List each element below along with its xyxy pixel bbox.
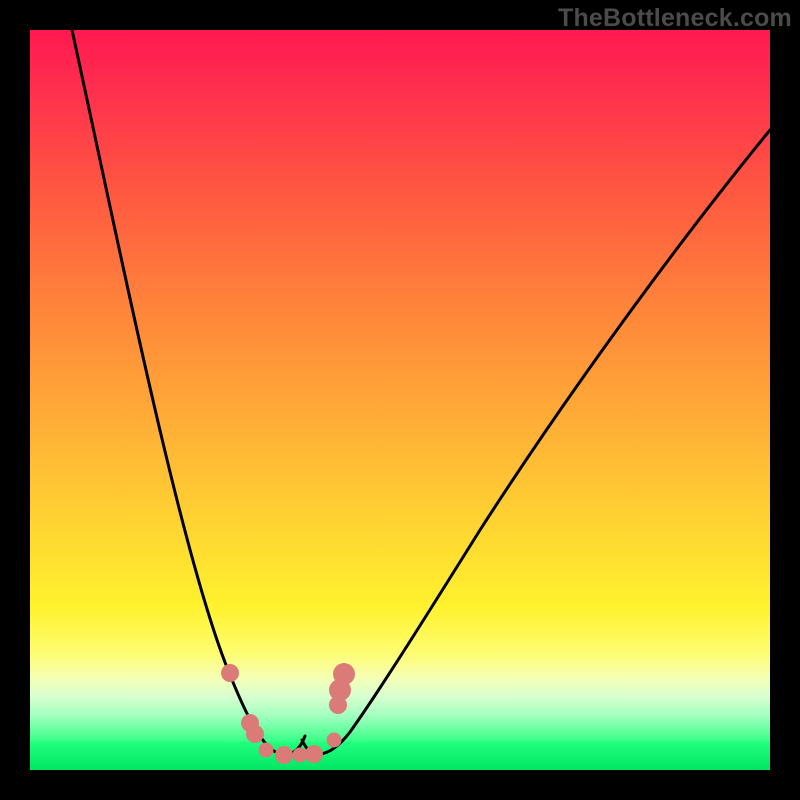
plot-area	[30, 30, 770, 770]
dot-left-upper	[221, 664, 239, 682]
dot-right-cluster-b	[333, 663, 355, 685]
dot-left-cluster-b	[246, 725, 264, 743]
chart-frame: TheBottleneck.com	[0, 0, 800, 800]
curve-overlay	[30, 30, 770, 770]
dot-bottom-mid-c	[305, 745, 323, 763]
dot-bottom-mid-a	[275, 746, 293, 764]
curve-right	[302, 130, 770, 754]
watermark-label: TheBottleneck.com	[558, 4, 792, 33]
dot-right-lower	[327, 733, 342, 748]
curve-left	[72, 30, 305, 755]
dot-right-cluster-c	[329, 696, 347, 714]
dot-bottom-left	[259, 743, 274, 758]
